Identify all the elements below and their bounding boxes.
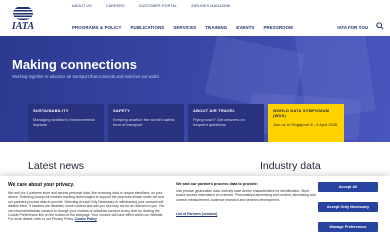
nav-events[interactable]: EVENTS [236, 25, 254, 30]
consent-title: We care about your privacy. [8, 182, 75, 188]
search-icon[interactable] [376, 22, 384, 30]
card-title: ABOUT AIR TRAVEL [193, 108, 236, 113]
globe-icon [13, 6, 33, 20]
card-safety[interactable]: SAFETY Keeping aviation the world's safe… [108, 104, 184, 142]
card-desc: Flying soon? Get answers on frequent que… [193, 117, 245, 127]
main-nav: PROGRAMS & POLICY PUBLICATIONS SERVICES … [0, 20, 390, 34]
consent-purposes-title: We and our partners process data to prov… [176, 182, 259, 186]
hero-title: Making connections [12, 57, 137, 72]
top-link-magazine[interactable]: AIRLINES MAGAZINE [191, 4, 231, 8]
top-link-about[interactable]: ABOUT US [72, 4, 92, 8]
nav-iata-for-you[interactable]: IATA FOR YOU [337, 25, 368, 30]
card-desc: Join us in Singapore 8 - 9 April 2026 [273, 122, 338, 127]
industry-data-heading: Industry data [260, 160, 321, 172]
card-desc: Managing aviation's environmental impact… [33, 117, 95, 127]
nav-programs-policy[interactable]: PROGRAMS & POLICY [72, 25, 122, 30]
accept-necessary-button[interactable]: Accept Only Necessary [318, 202, 378, 212]
top-bar: ABOUT US CAREERS CUSTOMER PORTAL AIRLINE… [0, 0, 390, 18]
top-links: ABOUT US CAREERS CUSTOMER PORTAL AIRLINE… [72, 4, 231, 8]
consent-body: We and our 4 partners store and access p… [8, 191, 168, 222]
cookie-consent-banner: We care about your privacy. We and our 4… [0, 176, 390, 240]
card-sustainability[interactable]: SUSTAINABILITY Managing aviation's envir… [28, 104, 104, 142]
card-desc: Keeping aviation the world's safest form… [113, 117, 175, 127]
feature-cards: SUSTAINABILITY Managing aviation's envir… [28, 104, 344, 142]
nav-publications[interactable]: PUBLICATIONS [131, 25, 165, 30]
card-title: SUSTAINABILITY [33, 108, 69, 113]
nav-pressroom[interactable]: PRESSROOM [263, 25, 292, 30]
card-title: WORLD DATA SYMPOSIUM (WDS) [273, 108, 330, 118]
top-link-careers[interactable]: CAREERS [106, 4, 125, 8]
hero-subtitle: Working together to advance air transpor… [12, 74, 159, 79]
cookie-policy-link[interactable]: Cookie Policy [75, 217, 97, 221]
accept-all-button[interactable]: Accept All [318, 182, 378, 192]
manage-preferences-button[interactable]: Manage Preferences [318, 222, 378, 232]
top-link-customer-portal[interactable]: CUSTOMER PORTAL [139, 4, 178, 8]
nav-services[interactable]: SERVICES [173, 25, 196, 30]
card-title: SAFETY [113, 108, 130, 113]
nav-training[interactable]: TRAINING [205, 25, 227, 30]
card-wds[interactable]: WORLD DATA SYMPOSIUM (WDS) Join us in Si… [268, 104, 344, 142]
partners-list-link[interactable]: List of Partners (vendors) [176, 212, 217, 216]
consent-purposes-body: Use precise geolocation data. Actively s… [176, 189, 316, 202]
card-air-travel[interactable]: ABOUT AIR TRAVEL Flying soon? Get answer… [188, 104, 264, 142]
latest-news-heading: Latest news [28, 160, 85, 172]
